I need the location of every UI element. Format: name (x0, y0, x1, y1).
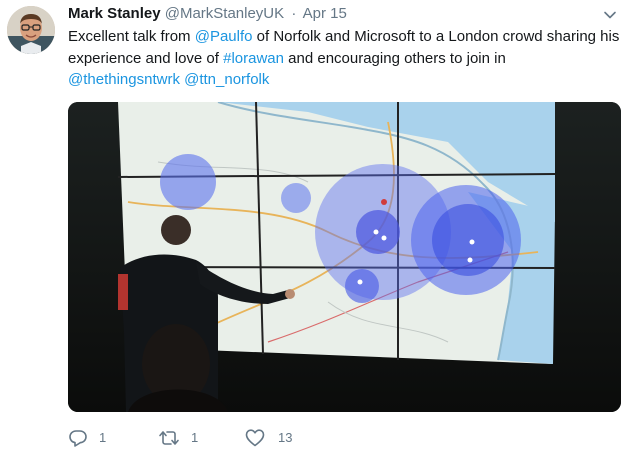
tweet-date[interactable]: Apr 15 (303, 5, 347, 22)
tweet-text: Excellent talk from @Paulfo of Norfolk a… (68, 26, 620, 91)
like-count: 13 (278, 430, 293, 445)
separator-dot: · (291, 5, 297, 22)
tweet-header: Mark Stanley @MarkStanleyUK · Apr 15 (68, 4, 347, 24)
text-segment: Excellent talk from (68, 28, 195, 45)
reply-count: 1 (99, 430, 107, 445)
mention-link-paulfo[interactable]: @Paulfo (195, 28, 253, 45)
display-name[interactable]: Mark Stanley (68, 5, 161, 22)
retweet-button[interactable]: 1 (158, 428, 198, 448)
retweet-icon (159, 431, 179, 445)
text-segment: and encouraging others to join in (283, 49, 506, 67)
avatar-image (7, 6, 55, 54)
user-handle[interactable]: @MarkStanleyUK (165, 5, 284, 22)
chevron-down-icon[interactable] (603, 8, 617, 22)
like-button[interactable]: 13 (245, 428, 292, 448)
reply-button[interactable]: 1 (68, 428, 106, 448)
mention-link-ttn-norfolk[interactable]: @ttn_norfolk (184, 71, 269, 88)
hashtag-link-lorawan[interactable]: #lorawan (223, 50, 284, 67)
reply-icon (69, 430, 87, 447)
heart-icon (245, 429, 265, 447)
retweet-count: 1 (191, 430, 199, 445)
tweet-card[interactable]: Mark Stanley @MarkStanleyUK · Apr 15 Exc… (0, 0, 629, 459)
tweet-photo[interactable] (68, 102, 621, 412)
avatar[interactable] (7, 6, 55, 54)
presentation-photo (68, 102, 621, 412)
mention-link-thethingsntwrk[interactable]: @thethingsntwrk (68, 71, 180, 88)
